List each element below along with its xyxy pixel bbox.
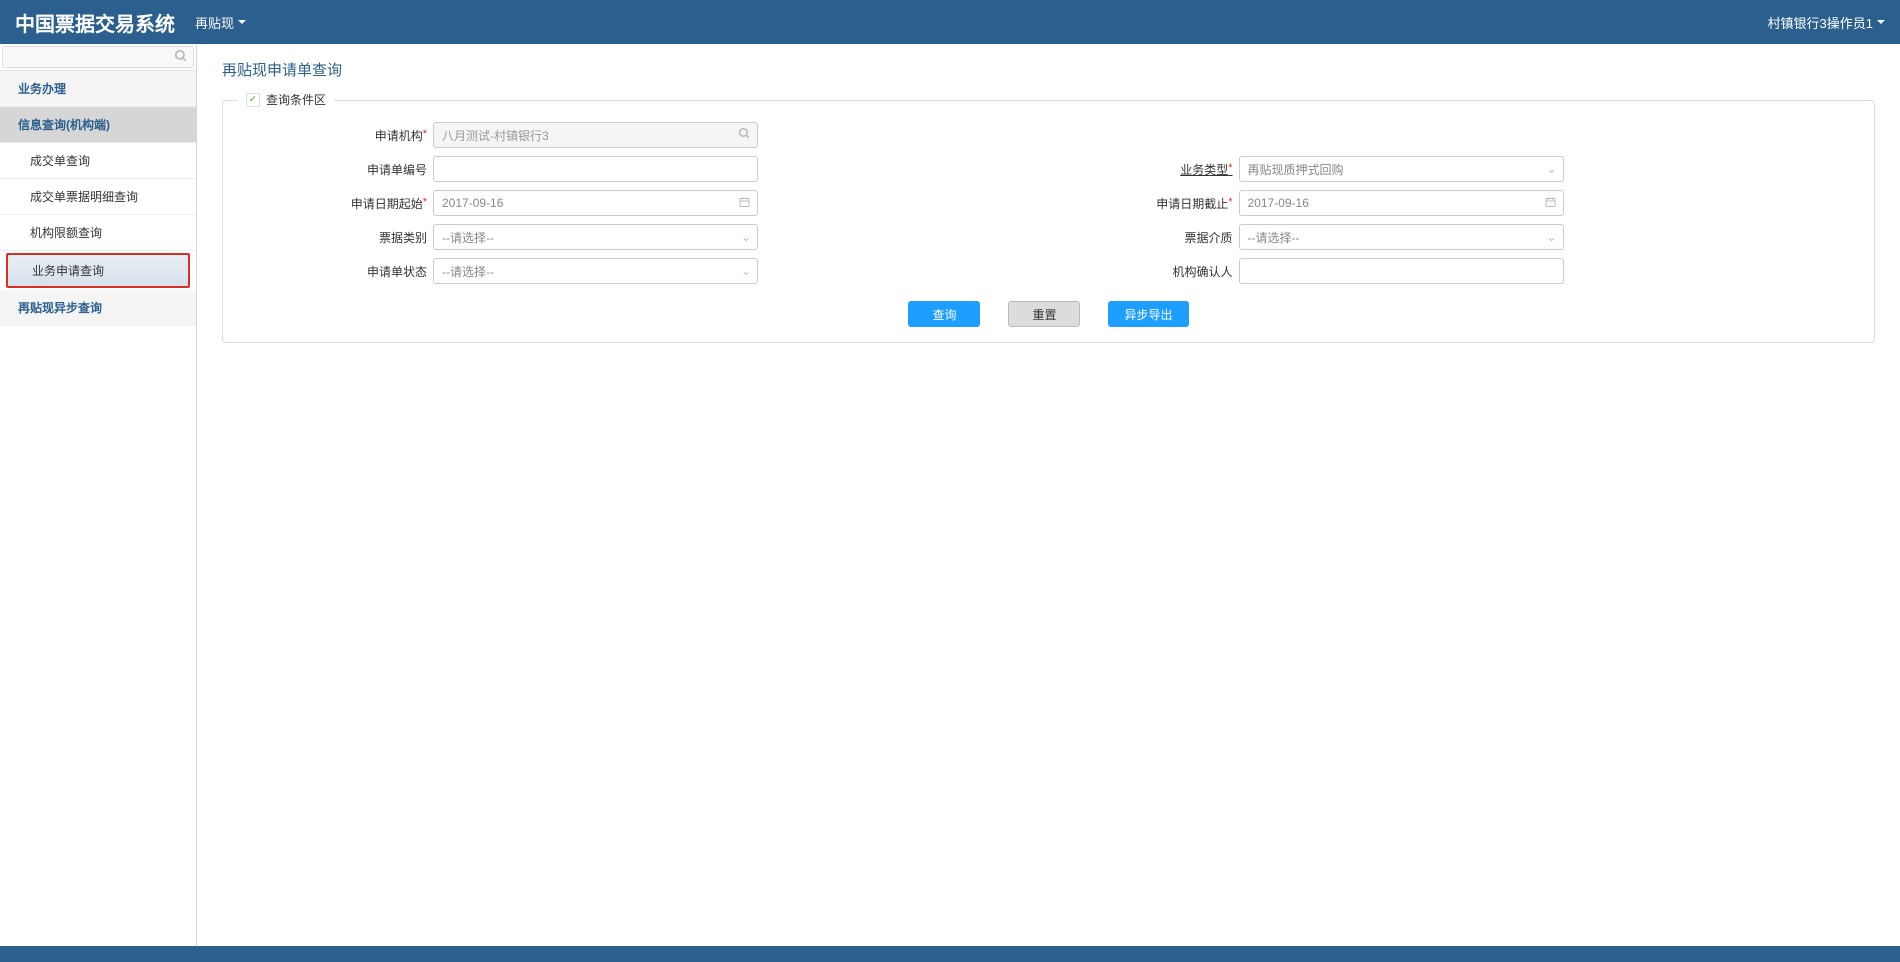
bill-cat-select[interactable]: --请选择-- ⌄ bbox=[433, 224, 758, 250]
user-label: 村镇银行3操作员1 bbox=[1768, 13, 1873, 32]
biz-type-select[interactable]: 再贴现质押式回购 ⌄ bbox=[1239, 156, 1564, 182]
async-export-button[interactable]: 异步导出 bbox=[1108, 301, 1188, 327]
date-end-label: 申请日期截止* bbox=[1049, 195, 1239, 212]
chevron-down-icon: ⌄ bbox=[1546, 162, 1556, 176]
app-header: 中国票据交易系统 再贴现 村镇银行3操作员1 bbox=[0, 0, 1900, 44]
sidebar-item-app-query[interactable]: 业务申请查询 bbox=[6, 253, 190, 288]
check-icon: ✓ bbox=[246, 93, 260, 107]
chevron-down-icon: ⌄ bbox=[741, 264, 751, 278]
date-start-input[interactable]: 2017-09-16 bbox=[433, 190, 758, 216]
form-grid: 申请机构* 八月测试-村镇银行3 申请单编号 申请日期起始* bbox=[243, 121, 1854, 291]
biz-type-label: 业务类型* bbox=[1049, 161, 1239, 178]
sidebar-item-deal-detail-query[interactable]: 成交单票据明细查询 bbox=[0, 179, 196, 215]
calendar-icon bbox=[1544, 196, 1557, 211]
header-menu-rediscount[interactable]: 再贴现 bbox=[195, 13, 246, 32]
form-left-col: 申请机构* 八月测试-村镇银行3 申请单编号 申请日期起始* bbox=[243, 121, 1049, 291]
date-start-label: 申请日期起始* bbox=[243, 195, 433, 212]
query-button[interactable]: 查询 bbox=[908, 301, 980, 327]
sidebar-item-limit-query[interactable]: 机构限额查询 bbox=[0, 215, 196, 251]
calendar-icon bbox=[738, 196, 751, 211]
fieldset-legend: ✓ 查询条件区 bbox=[238, 91, 334, 108]
bill-medium-label: 票据介质 bbox=[1049, 229, 1239, 246]
status-select[interactable]: --请选择-- ⌄ bbox=[433, 258, 758, 284]
header-menu-label: 再贴现 bbox=[195, 13, 234, 32]
org-input[interactable]: 八月测试-村镇银行3 bbox=[433, 122, 758, 148]
sidebar-item-business[interactable]: 业务办理 bbox=[0, 71, 196, 107]
form-right-col: 业务类型* 再贴现质押式回购 ⌄ 申请日期截止* 2017-09-16 bbox=[1049, 121, 1855, 291]
sidebar-item-deal-query[interactable]: 成交单查询 bbox=[0, 143, 196, 179]
page-title: 再贴现申请单查询 bbox=[222, 59, 1875, 80]
search-icon[interactable] bbox=[174, 49, 188, 66]
query-conditions-fieldset: ✓ 查询条件区 申请机构* 八月测试-村镇银行3 bbox=[222, 100, 1875, 343]
date-end-input[interactable]: 2017-09-16 bbox=[1239, 190, 1564, 216]
sidebar-item-info-query[interactable]: 信息查询(机构端) bbox=[0, 107, 196, 143]
status-label: 申请单状态 bbox=[243, 263, 433, 280]
user-menu[interactable]: 村镇银行3操作员1 bbox=[1768, 13, 1885, 32]
chevron-down-icon: ⌄ bbox=[741, 230, 751, 244]
footer-bar bbox=[0, 946, 1900, 962]
bill-medium-select[interactable]: --请选择-- ⌄ bbox=[1239, 224, 1564, 250]
org-label: 申请机构* bbox=[243, 127, 433, 144]
sidebar-search-input[interactable] bbox=[2, 46, 194, 68]
chevron-down-icon bbox=[1877, 20, 1885, 24]
confirmer-label: 机构确认人 bbox=[1049, 263, 1239, 280]
sidebar: 业务办理 信息查询(机构端) 成交单查询 成交单票据明细查询 机构限额查询 业务… bbox=[0, 44, 197, 946]
app-title: 中国票据交易系统 bbox=[15, 8, 175, 37]
search-icon bbox=[738, 127, 751, 143]
app-no-label: 申请单编号 bbox=[243, 161, 433, 178]
bill-cat-label: 票据类别 bbox=[243, 229, 433, 246]
button-row: 查询 重置 异步导出 bbox=[243, 301, 1854, 327]
app-no-input[interactable] bbox=[433, 156, 758, 182]
main-container: 业务办理 信息查询(机构端) 成交单查询 成交单票据明细查询 机构限额查询 业务… bbox=[0, 44, 1900, 946]
confirmer-input[interactable] bbox=[1239, 258, 1564, 284]
sidebar-search bbox=[0, 44, 196, 71]
chevron-down-icon: ⌄ bbox=[1546, 230, 1556, 244]
fieldset-legend-text: 查询条件区 bbox=[266, 91, 326, 108]
sidebar-item-async-query[interactable]: 再贴现异步查询 bbox=[0, 290, 196, 326]
chevron-down-icon bbox=[238, 20, 246, 24]
main-content: 再贴现申请单查询 ✓ 查询条件区 申请机构* 八月测试-村镇银行3 bbox=[197, 44, 1900, 946]
reset-button[interactable]: 重置 bbox=[1008, 301, 1080, 327]
